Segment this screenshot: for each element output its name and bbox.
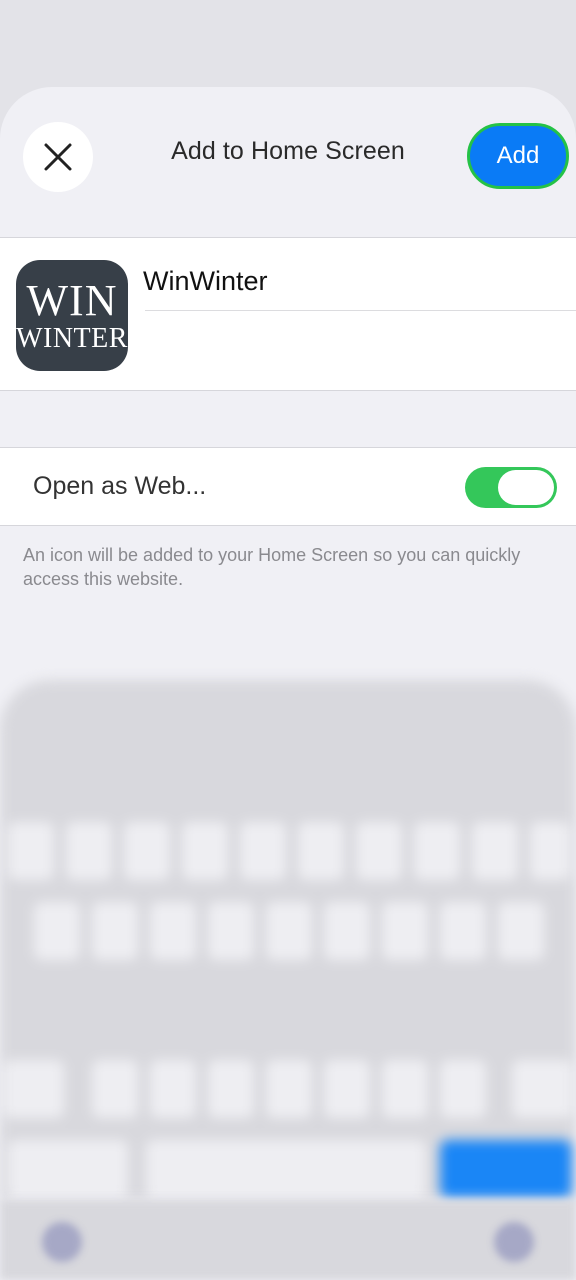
globe-icon (42, 1222, 82, 1262)
add-button[interactable]: Add (467, 123, 569, 189)
app-icon: WIN WINTER (16, 260, 128, 371)
mic-icon (494, 1222, 534, 1262)
app-icon-text-line1: WIN (26, 275, 118, 325)
open-as-web-row: Open as Web... (0, 447, 576, 526)
blurred-keyboard (0, 680, 576, 1200)
input-underline (145, 310, 576, 311)
app-name-input[interactable]: WinWinter (143, 266, 268, 297)
open-as-web-label: Open as Web... (33, 472, 207, 500)
open-as-web-toggle[interactable] (465, 467, 557, 508)
app-section: WIN WINTER WinWinter (0, 237, 576, 391)
app-icon-text-line2: WINTER (16, 322, 128, 354)
keyboard-bottom-bar (0, 1200, 576, 1280)
toggle-knob (498, 470, 554, 505)
footnote-text: An icon will be added to your Home Scree… (23, 545, 521, 589)
